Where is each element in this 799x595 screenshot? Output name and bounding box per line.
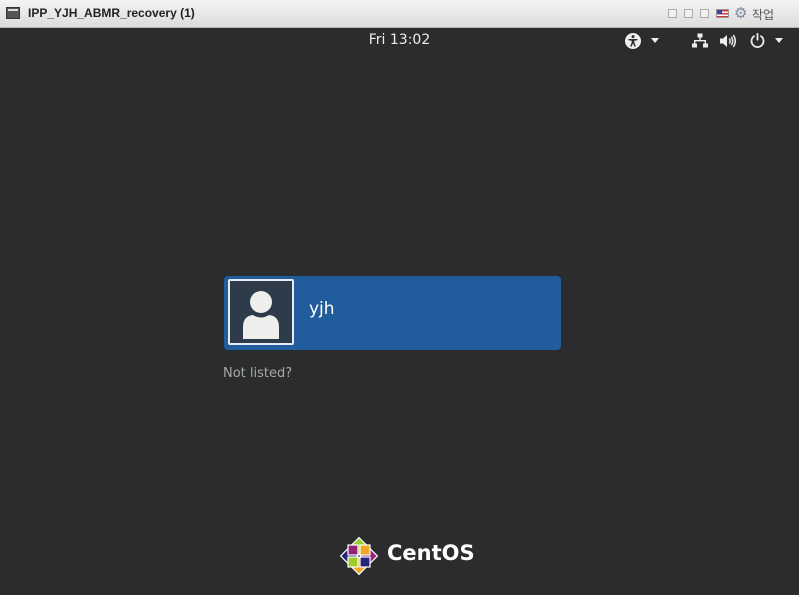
minimize-icon[interactable] <box>668 9 677 18</box>
username-label: yjh <box>309 299 335 319</box>
vm-console-window: IPP_YJH_ABMR_recovery (1) ⚙ 작업 Fri 13:02 <box>0 0 799 595</box>
us-flag-icon[interactable] <box>716 9 729 18</box>
user-list-item[interactable]: yjh <box>224 276 561 350</box>
volume-icon[interactable] <box>719 32 737 54</box>
power-icon[interactable] <box>749 32 766 54</box>
user-avatar-icon <box>230 281 292 343</box>
gnome-top-bar: Fri 13:02 <box>0 28 799 54</box>
task-menu-label[interactable]: 작업 <box>752 6 774 23</box>
gear-icon[interactable]: ⚙ <box>734 5 747 22</box>
brand-name: CentOS <box>387 541 475 565</box>
restore-icon[interactable] <box>684 9 693 18</box>
accessibility-icon[interactable] <box>624 32 642 54</box>
window-title: IPP_YJH_ABMR_recovery (1) <box>28 6 195 20</box>
centos-logo-icon <box>339 536 379 576</box>
not-listed-link[interactable]: Not listed? <box>223 366 292 381</box>
avatar <box>228 279 294 345</box>
chevron-down-icon[interactable] <box>775 38 783 43</box>
maximize-icon[interactable] <box>700 9 709 18</box>
network-icon[interactable] <box>692 32 708 54</box>
console-icon <box>6 7 20 19</box>
clock[interactable]: Fri 13:02 <box>0 32 799 48</box>
window-titlebar[interactable]: IPP_YJH_ABMR_recovery (1) ⚙ 작업 <box>0 0 799 28</box>
chevron-down-icon[interactable] <box>651 38 659 43</box>
